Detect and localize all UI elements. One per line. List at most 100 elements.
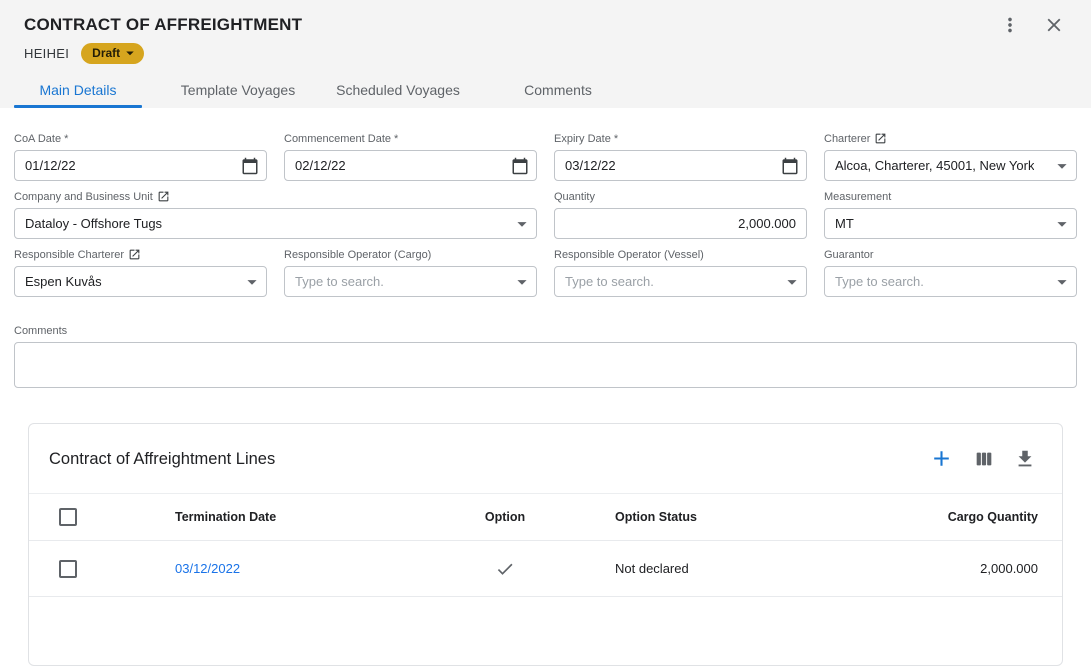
commencement-date-label: Commencement Date * bbox=[284, 132, 537, 145]
label-text: Responsible Operator (Vessel) bbox=[554, 249, 704, 261]
add-line-button[interactable] bbox=[927, 444, 956, 473]
label-text: Quantity bbox=[554, 191, 595, 203]
option-check-icon bbox=[495, 559, 515, 579]
select-all-checkbox[interactable] bbox=[59, 508, 77, 526]
calendar-icon[interactable] bbox=[781, 157, 799, 175]
download-icon bbox=[1014, 448, 1036, 470]
charterer-select[interactable]: Alcoa, Charterer, 45001, New York bbox=[824, 150, 1077, 181]
responsible-operator-vessel-select[interactable]: Type to search. bbox=[554, 266, 807, 297]
quantity-field: Quantity bbox=[554, 190, 807, 239]
charterer-value: Alcoa, Charterer, 45001, New York bbox=[835, 158, 1034, 173]
close-button[interactable] bbox=[1041, 12, 1067, 38]
label-text: Comments bbox=[14, 325, 67, 337]
company-business-unit-select[interactable]: Dataloy - Offshore Tugs bbox=[14, 208, 537, 239]
option-status-cell: Not declared bbox=[565, 561, 865, 576]
columns-icon bbox=[973, 448, 995, 470]
tab-label: Main Details bbox=[39, 82, 116, 98]
kebab-menu-icon bbox=[999, 14, 1021, 36]
responsible-operator-cargo-field: Responsible Operator (Cargo) Type to sea… bbox=[284, 248, 537, 297]
label-text: Responsible Operator (Cargo) bbox=[284, 249, 431, 261]
tab-scheduled-voyages[interactable]: Scheduled Voyages bbox=[334, 73, 462, 108]
coa-lines-title: Contract of Affreightment Lines bbox=[49, 448, 275, 470]
quantity-input[interactable] bbox=[554, 208, 807, 239]
column-settings-button[interactable] bbox=[971, 446, 997, 472]
charterer-label: Charterer bbox=[824, 132, 1077, 145]
coa-date-field: CoA Date * bbox=[14, 132, 267, 181]
responsible-charterer-field: Responsible Charterer Espen Kuvås bbox=[14, 248, 267, 297]
guarantor-placeholder: Type to search. bbox=[835, 274, 924, 289]
chevron-down-icon bbox=[1051, 155, 1073, 177]
close-icon bbox=[1043, 14, 1065, 36]
coa-lines-table: Termination Date Option Option Status Ca… bbox=[29, 493, 1062, 597]
col-header-option: Option bbox=[445, 510, 565, 524]
comments-textarea[interactable] bbox=[14, 342, 1077, 388]
label-text: Charterer bbox=[824, 133, 870, 145]
calendar-icon[interactable] bbox=[241, 157, 259, 175]
label-text: Commencement Date * bbox=[284, 133, 398, 145]
label-text: Guarantor bbox=[824, 249, 874, 261]
company-business-unit-value: Dataloy - Offshore Tugs bbox=[25, 216, 162, 231]
col-header-termination-date: Termination Date bbox=[175, 510, 445, 524]
comments-label: Comments bbox=[14, 324, 1077, 337]
col-header-cargo-quantity: Cargo Quantity bbox=[865, 510, 1062, 524]
expiry-date-label: Expiry Date * bbox=[554, 132, 807, 145]
tab-main-details[interactable]: Main Details bbox=[14, 73, 142, 108]
tab-comments[interactable]: Comments bbox=[494, 73, 622, 108]
coa-lines-actions bbox=[927, 444, 1038, 473]
responsible-operator-vessel-label: Responsible Operator (Vessel) bbox=[554, 248, 807, 261]
status-badge[interactable]: Draft bbox=[81, 43, 144, 64]
caret-down-icon bbox=[121, 44, 139, 62]
measurement-label: Measurement bbox=[824, 190, 1077, 203]
coa-lines-card-header: Contract of Affreightment Lines bbox=[29, 424, 1062, 493]
label-text: CoA Date * bbox=[14, 133, 68, 145]
calendar-icon[interactable] bbox=[511, 157, 529, 175]
coa-date-label: CoA Date * bbox=[14, 132, 267, 145]
chevron-down-icon bbox=[511, 213, 533, 235]
external-link-icon[interactable] bbox=[157, 190, 170, 203]
tab-bar: Main Details Template Voyages Scheduled … bbox=[14, 73, 1067, 108]
comments-field: Comments bbox=[14, 324, 1077, 393]
more-options-button[interactable] bbox=[997, 12, 1023, 38]
main-details-panel: CoA Date * Commencement Date * bbox=[0, 108, 1091, 666]
download-button[interactable] bbox=[1012, 446, 1038, 472]
coa-lines-card: Contract of Affreightment Lines bbox=[28, 423, 1063, 666]
responsible-charterer-select[interactable]: Espen Kuvås bbox=[14, 266, 267, 297]
responsible-operator-cargo-select[interactable]: Type to search. bbox=[284, 266, 537, 297]
contract-reference: HEIHEI bbox=[24, 46, 69, 61]
label-text: Responsible Charterer bbox=[14, 249, 124, 261]
header-actions bbox=[997, 12, 1067, 38]
header-subrow: HEIHEI Draft bbox=[24, 43, 1067, 63]
col-header-option-status: Option Status bbox=[565, 510, 865, 524]
guarantor-select[interactable]: Type to search. bbox=[824, 266, 1077, 297]
tab-template-voyages[interactable]: Template Voyages bbox=[174, 73, 302, 108]
responsible-operator-vessel-placeholder: Type to search. bbox=[565, 274, 654, 289]
chevron-down-icon bbox=[781, 271, 803, 293]
company-business-unit-field: Company and Business Unit Dataloy - Offs… bbox=[14, 190, 537, 239]
row-checkbox[interactable] bbox=[59, 560, 77, 578]
responsible-operator-cargo-label: Responsible Operator (Cargo) bbox=[284, 248, 537, 261]
quantity-label: Quantity bbox=[554, 190, 807, 203]
external-link-icon[interactable] bbox=[128, 248, 141, 261]
label-text: Expiry Date * bbox=[554, 133, 618, 145]
chevron-down-icon bbox=[241, 271, 263, 293]
measurement-field: Measurement MT bbox=[824, 190, 1077, 239]
external-link-icon[interactable] bbox=[874, 132, 887, 145]
chevron-down-icon bbox=[1051, 213, 1073, 235]
header: CONTRACT OF AFFREIGHTMENT HEIHEI Draft M… bbox=[0, 0, 1091, 108]
termination-date-link[interactable]: 03/12/2022 bbox=[175, 561, 240, 576]
expiry-date-field: Expiry Date * bbox=[554, 132, 807, 181]
label-text: Company and Business Unit bbox=[14, 191, 153, 203]
charterer-field: Charterer Alcoa, Charterer, 45001, New Y… bbox=[824, 132, 1077, 181]
plus-icon bbox=[929, 446, 954, 471]
measurement-select[interactable]: MT bbox=[824, 208, 1077, 239]
table-header-row: Termination Date Option Option Status Ca… bbox=[29, 493, 1062, 541]
chevron-down-icon bbox=[511, 271, 533, 293]
expiry-date-input[interactable] bbox=[554, 150, 807, 181]
measurement-value: MT bbox=[835, 216, 854, 231]
coa-date-input[interactable] bbox=[14, 150, 267, 181]
commencement-date-input[interactable] bbox=[284, 150, 537, 181]
form-grid: CoA Date * Commencement Date * bbox=[14, 132, 1077, 393]
status-label: Draft bbox=[92, 46, 120, 60]
table-row: 03/12/2022 Not declared 2,000.000 bbox=[29, 541, 1062, 597]
guarantor-label: Guarantor bbox=[824, 248, 1077, 261]
